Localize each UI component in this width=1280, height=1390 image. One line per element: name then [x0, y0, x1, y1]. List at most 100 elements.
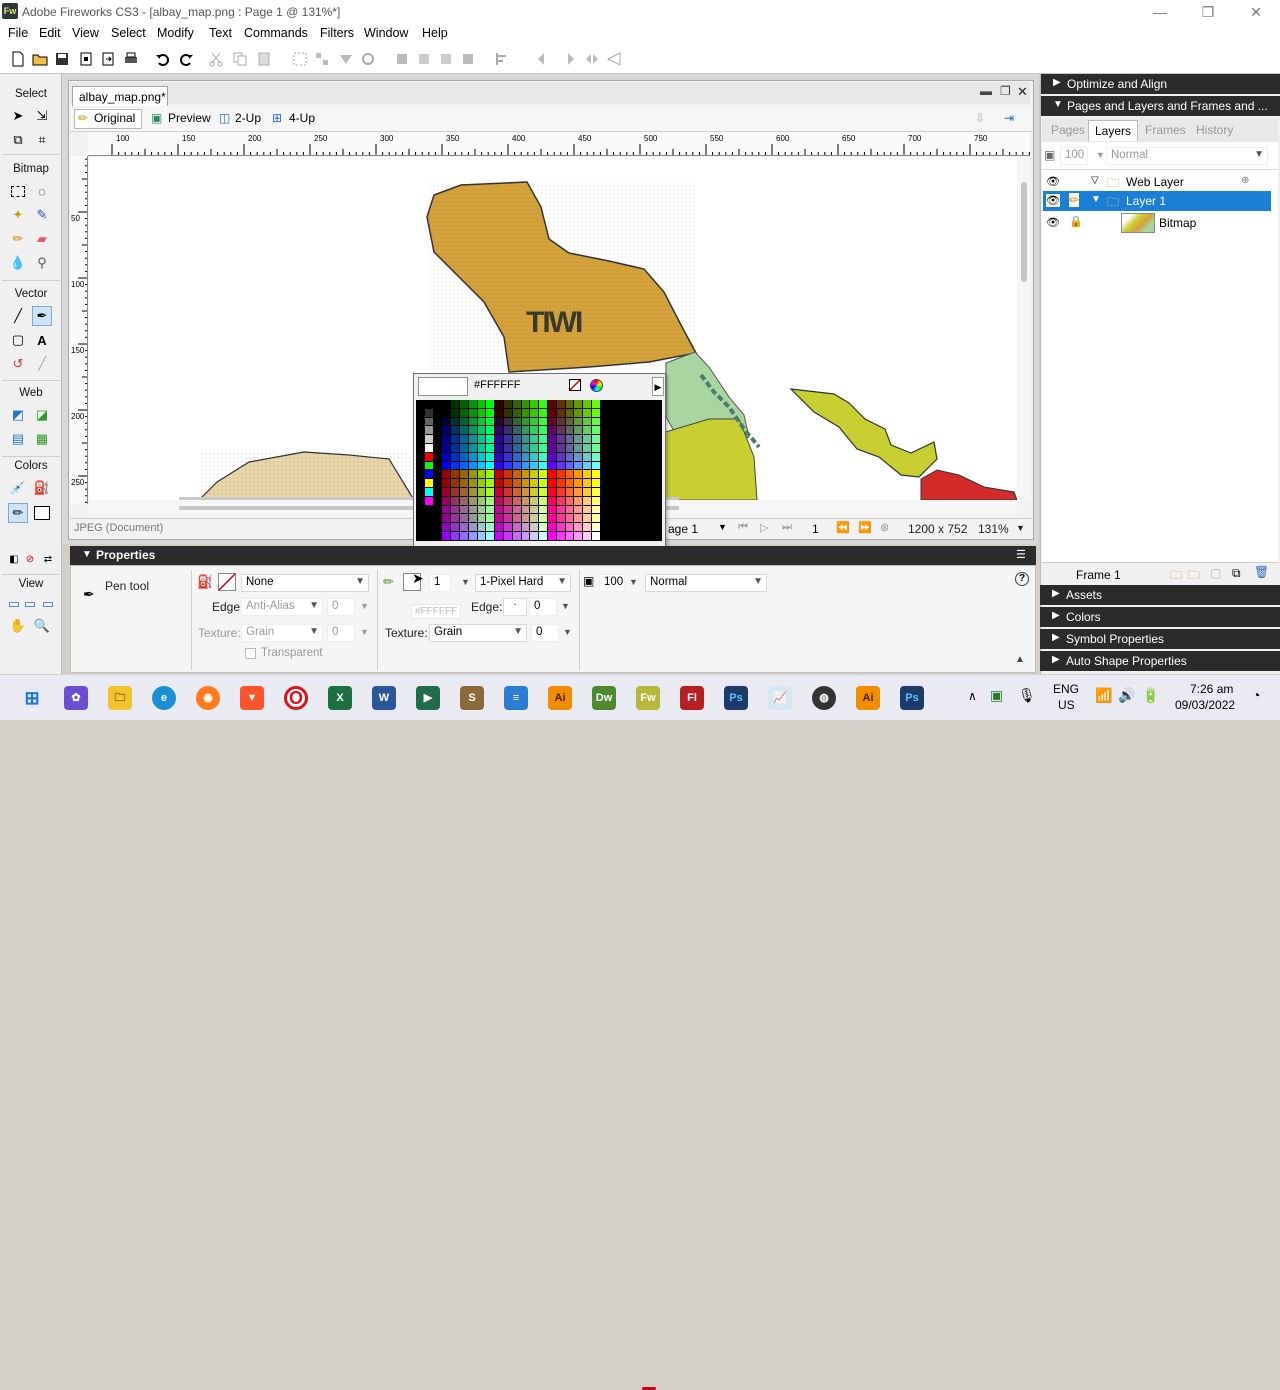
view-4up-button[interactable]: 4-Up — [289, 111, 315, 125]
color-swatch[interactable] — [592, 452, 601, 462]
visibility-eye-icon[interactable]: 👁 — [1046, 175, 1060, 188]
color-swatch[interactable] — [495, 417, 504, 427]
color-swatch[interactable] — [609, 505, 619, 515]
swatch-options-arrow[interactable]: ▶ — [652, 377, 664, 396]
color-swatch[interactable] — [583, 523, 592, 532]
color-swatch[interactable] — [442, 435, 452, 444]
color-swatch[interactable] — [442, 514, 452, 524]
print-icon[interactable] — [123, 51, 139, 67]
color-swatch[interactable] — [574, 523, 584, 532]
color-swatch[interactable] — [583, 444, 592, 453]
pen-tool-icon[interactable]: ✒ — [32, 306, 52, 326]
fill-bucket-icon[interactable]: ⛽ — [197, 574, 213, 590]
color-swatch[interactable] — [495, 496, 504, 506]
menu-select[interactable]: Select — [111, 26, 146, 40]
color-swatch[interactable] — [574, 488, 584, 497]
color-swatch[interactable] — [556, 435, 566, 444]
stroke-edge-amount[interactable]: 0 — [529, 598, 557, 616]
colors-panel-header[interactable]: ▶ Colors — [1040, 607, 1280, 627]
color-swatch[interactable] — [504, 496, 513, 506]
color-swatch[interactable] — [644, 408, 654, 418]
crop-tool-icon[interactable]: ⌗ — [32, 130, 52, 150]
color-swatch[interactable] — [539, 400, 548, 409]
color-swatch[interactable] — [424, 523, 434, 532]
color-swatch[interactable] — [416, 532, 425, 541]
color-swatch[interactable] — [495, 461, 504, 471]
color-swatch[interactable] — [460, 408, 469, 418]
color-swatch[interactable] — [548, 435, 557, 444]
send-back-icon[interactable] — [460, 51, 476, 67]
color-swatch[interactable] — [583, 408, 592, 418]
color-swatch[interactable] — [512, 426, 522, 436]
scale-tool-icon[interactable]: ⧉ — [8, 130, 28, 150]
color-swatch[interactable] — [556, 444, 566, 453]
color-swatch[interactable] — [468, 452, 478, 462]
file-explorer-icon[interactable]: 🗀 — [108, 686, 132, 710]
color-swatch[interactable] — [592, 461, 601, 471]
color-swatch[interactable] — [583, 417, 592, 427]
color-swatch[interactable] — [486, 444, 496, 453]
freeform-tool-icon[interactable]: ↺ — [8, 354, 28, 374]
color-swatch[interactable] — [424, 426, 434, 436]
color-swatch[interactable] — [556, 400, 566, 409]
hide-hotspots-icon[interactable]: ▤ — [8, 429, 28, 449]
color-swatch[interactable] — [565, 426, 575, 436]
color-swatch[interactable] — [530, 496, 540, 506]
expand-triangle-icon[interactable]: ▼ — [1091, 194, 1101, 205]
color-swatch[interactable] — [451, 479, 460, 488]
brave-browser-icon[interactable]: ▼ — [240, 686, 264, 710]
notification-icon[interactable]: ◔ — [1252, 687, 1260, 703]
rotate-right-icon[interactable] — [560, 51, 576, 67]
color-swatch[interactable] — [424, 435, 434, 444]
color-swatch[interactable] — [495, 532, 504, 541]
color-swatch[interactable] — [512, 532, 522, 541]
color-swatch[interactable] — [451, 400, 460, 409]
color-swatch[interactable] — [424, 470, 434, 480]
color-swatch[interactable] — [636, 400, 645, 409]
color-swatch[interactable] — [583, 461, 592, 471]
color-swatch[interactable] — [565, 452, 575, 462]
swap-colors-icon[interactable]: ⇄ — [38, 549, 58, 569]
color-swatch[interactable] — [627, 532, 636, 541]
color-swatch[interactable] — [636, 435, 645, 444]
color-swatch[interactable] — [609, 435, 619, 444]
color-swatch[interactable] — [574, 400, 584, 409]
menu-text[interactable]: Text — [209, 26, 232, 40]
color-swatch[interactable] — [460, 488, 469, 497]
play-icon[interactable]: ▷ — [760, 521, 768, 534]
color-swatch[interactable] — [592, 408, 601, 418]
color-swatch[interactable] — [609, 488, 619, 497]
layer-row-layer-1[interactable]: 👁 ✏ ▼ 🗀 Layer 1 — [1043, 191, 1271, 211]
color-swatch[interactable] — [539, 408, 548, 418]
color-swatch[interactable] — [521, 479, 531, 488]
full-screen-menu-icon[interactable]: ▭ — [20, 594, 40, 614]
color-swatch[interactable] — [583, 514, 592, 524]
no-stroke-fill-icon[interactable]: ⊘ — [20, 549, 40, 569]
layer-opacity-arrow[interactable]: ▼ — [1096, 150, 1105, 160]
hand-tool-icon[interactable]: ✋ — [8, 616, 28, 636]
trash-icon[interactable]: 🗑 — [1254, 565, 1269, 579]
color-swatch[interactable] — [477, 408, 487, 418]
color-swatch[interactable] — [583, 400, 592, 409]
new-bitmap-icon[interactable]: ⧉ — [1232, 566, 1241, 581]
color-swatch[interactable] — [618, 426, 628, 436]
color-swatch[interactable] — [644, 479, 654, 488]
color-swatch[interactable] — [618, 479, 628, 488]
color-swatch[interactable] — [477, 488, 487, 497]
color-swatch[interactable] — [627, 488, 636, 497]
color-swatch[interactable] — [653, 452, 663, 462]
color-swatch[interactable] — [600, 479, 610, 488]
color-swatch[interactable] — [653, 523, 663, 532]
color-swatch[interactable] — [636, 417, 645, 427]
color-swatch[interactable] — [574, 417, 584, 427]
color-swatch[interactable] — [416, 523, 425, 532]
color-swatch[interactable] — [433, 452, 443, 462]
color-swatch[interactable] — [486, 408, 496, 418]
color-swatch[interactable] — [530, 408, 540, 418]
color-swatch[interactable] — [583, 505, 592, 515]
color-swatch[interactable] — [486, 417, 496, 427]
color-swatch[interactable] — [416, 408, 425, 418]
panel-options-icon[interactable]: ☰ — [1016, 548, 1026, 561]
color-swatch-grid[interactable] — [416, 400, 664, 546]
slice-tool-icon[interactable]: ◪ — [32, 405, 52, 425]
